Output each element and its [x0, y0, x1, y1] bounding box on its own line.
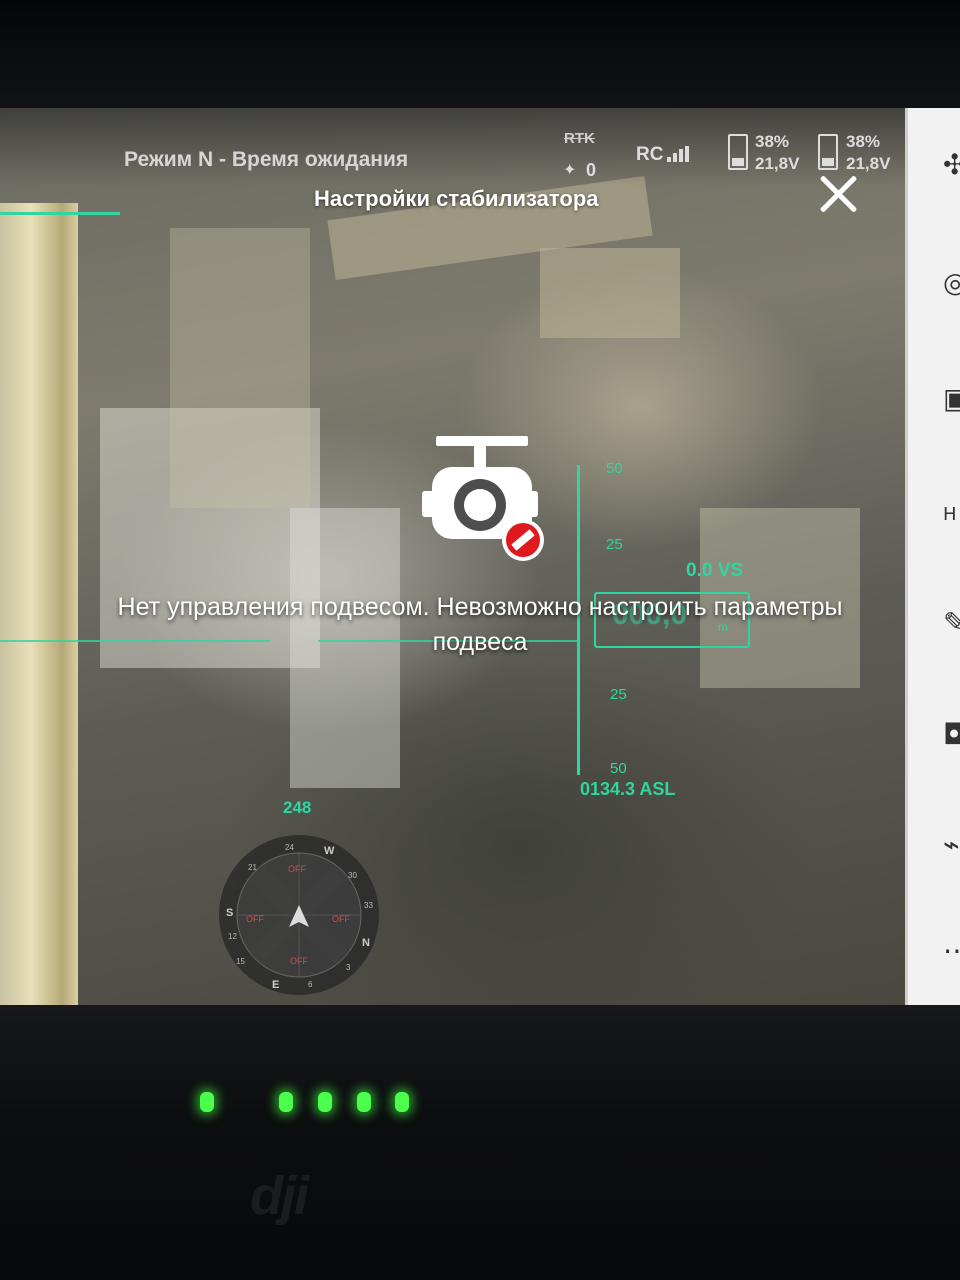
heading-value: 248 — [283, 798, 312, 817]
rc-signal-bars-icon — [667, 146, 689, 162]
compass-zone-off: OFF — [290, 956, 308, 966]
compass-label: 33 — [364, 901, 373, 910]
compass-label: N — [362, 937, 370, 949]
settings-icon[interactable]: ◎ — [943, 268, 960, 298]
alt-tick-label: 25 — [606, 536, 623, 553]
battery-2-percent: 38% — [846, 132, 881, 151]
battery-2-voltage: 21,8V — [846, 154, 891, 173]
alt-tick-label: 50 — [610, 760, 627, 777]
battery-1-icon — [728, 134, 748, 170]
compass-label: 21 — [248, 863, 257, 872]
map-pip[interactable] — [0, 203, 78, 1006]
satellite-count: 0 — [586, 160, 597, 180]
compass-radar: W S E N 24 21 30 33 12 15 3 6 OFF OFF OF… — [219, 835, 379, 995]
battery-led — [279, 1092, 293, 1112]
device-bezel-bottom — [0, 1005, 960, 1280]
compass-zone-off: OFF — [288, 864, 306, 874]
compass-label: 15 — [236, 957, 245, 966]
device-bezel-top — [0, 0, 960, 120]
controller-screen: Режим N - Время ожидания RTK ✦ 0 RC 38% … — [0, 108, 960, 1006]
satellite-icon[interactable]: ⌁ — [943, 830, 960, 860]
vertical-speed: 0.0 VS — [686, 560, 744, 581]
compass-label: 12 — [228, 932, 237, 941]
compass-label: 24 — [285, 843, 294, 852]
close-button[interactable] — [818, 174, 858, 214]
gimbal-disabled-icon — [422, 436, 544, 561]
alt-tick-label: 25 — [610, 686, 627, 703]
more-icon[interactable]: ⋯ — [943, 936, 960, 966]
satellite-icon: ✦ — [563, 162, 577, 179]
right-toolbar: ✣ ◎ ▣ H ✎ ◘ ⌁ ⋯ — [905, 108, 960, 1006]
hd-icon[interactable]: H — [943, 500, 960, 530]
alt-tick-label: 50 — [606, 460, 623, 477]
controller-icon[interactable]: ▣ — [943, 384, 960, 414]
compass-label: W — [324, 845, 335, 857]
map-edit-icon[interactable]: ✎ — [943, 608, 960, 638]
compass-label: S — [226, 907, 233, 919]
compass-zone-off: OFF — [332, 914, 350, 924]
compass-label: E — [272, 979, 279, 991]
dialog-title: Настройки стабилизатора — [314, 186, 599, 211]
rc-signal-label[interactable]: RC — [636, 144, 663, 166]
compass-label: 30 — [348, 871, 357, 880]
compass-label: 6 — [308, 980, 313, 989]
battery-1-voltage: 21,8V — [755, 154, 800, 173]
flight-mode-text[interactable]: Режим N - Время ожидания — [124, 148, 408, 172]
battery-led — [318, 1092, 332, 1112]
compass-zone-off: OFF — [246, 914, 264, 924]
status-bar: Режим N - Время ожидания RTK ✦ 0 RC 38% … — [0, 108, 905, 186]
battery-led — [200, 1092, 214, 1112]
rtk-status[interactable]: RTK — [564, 130, 595, 147]
battery-led — [357, 1092, 371, 1112]
drone-icon[interactable]: ✣ — [943, 150, 960, 180]
camera-icon[interactable]: ◘ — [943, 720, 960, 750]
compass-label: 3 — [346, 963, 351, 972]
asl-altitude: 0134.3 ASL — [580, 779, 676, 799]
dji-logo: dji — [250, 1166, 309, 1226]
hud-top-line — [0, 212, 120, 215]
battery-led — [395, 1092, 409, 1112]
gimbal-warning-message: Нет управления подвесом. Невозможно наст… — [117, 593, 843, 656]
battery-2-icon — [818, 134, 838, 170]
battery-1-percent: 38% — [755, 132, 790, 151]
